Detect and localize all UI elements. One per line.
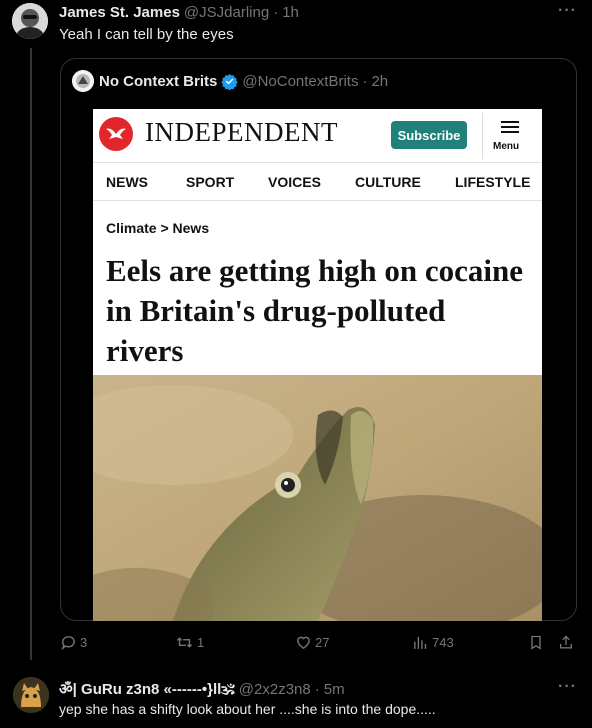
share-icon[interactable] — [558, 634, 574, 651]
nav-culture: CULTURE — [355, 174, 421, 190]
views-icon — [412, 634, 429, 651]
article-image[interactable]: INDEPENDENT Subscribe Menu NEWS SPORT VO… — [93, 109, 542, 621]
views-count: 743 — [432, 635, 454, 650]
reply-author-handle[interactable]: @2x2z3n8 — [239, 681, 311, 698]
views-action[interactable]: 743 — [412, 634, 454, 651]
nav-lifestyle: LIFESTYLE — [455, 174, 531, 190]
reply-author-avatar[interactable] — [13, 677, 49, 713]
bookmark-icon[interactable] — [528, 634, 544, 651]
like-icon — [295, 634, 312, 651]
tweet-text: Yeah I can tell by the eyes — [59, 26, 234, 43]
quoted-tweet-time: 2h — [371, 73, 389, 90]
reply-time[interactable]: 5m — [324, 681, 345, 698]
reply-action[interactable]: 3 — [60, 634, 87, 651]
author-avatar[interactable] — [12, 3, 48, 39]
menu-label: Menu — [493, 141, 520, 152]
separator-dot: · — [273, 4, 279, 21]
quoted-author-handle: @NoContextBrits — [242, 73, 359, 90]
like-action[interactable]: 27 — [295, 634, 329, 651]
reply-icon — [60, 634, 77, 651]
article-breadcrumb: Climate > News — [106, 220, 210, 236]
publisher-logo: INDEPENDENT — [145, 117, 338, 147]
subscribe-button: Subscribe — [391, 121, 467, 149]
repost-count: 1 — [197, 635, 205, 650]
verified-badge-icon — [221, 73, 238, 91]
tweet-time[interactable]: 1h — [282, 4, 299, 21]
header-divider — [482, 113, 483, 159]
eel-photo — [93, 375, 542, 621]
separator-dot: · — [362, 73, 368, 90]
nav-news: NEWS — [106, 174, 148, 190]
article-headline: Eels are getting high on cocaine in Brit… — [106, 253, 524, 368]
more-icon[interactable]: ··· — [558, 678, 577, 696]
more-icon[interactable]: ··· — [558, 2, 577, 20]
publisher-nav: NEWS SPORT VOICES CULTURE LIFESTYLE — [93, 163, 542, 201]
author-name[interactable]: James St. James — [59, 4, 180, 21]
nav-sport: SPORT — [186, 174, 235, 190]
repost-action[interactable]: 1 — [175, 634, 204, 651]
menu-button: Menu — [491, 117, 535, 157]
thread-line — [30, 48, 32, 660]
reply-author-name[interactable]: ॐ| GuRu z3n8 «------•}ll🕉 — [59, 679, 235, 699]
quoted-author-avatar — [72, 70, 94, 92]
publisher-header: INDEPENDENT Subscribe Menu — [93, 109, 542, 163]
separator-dot: · — [314, 681, 320, 698]
repost-icon — [175, 634, 194, 651]
reply-count: 3 — [80, 635, 88, 650]
eagle-logo-icon — [99, 117, 133, 151]
reply-text: yep she has a shifty look about her ....… — [59, 701, 436, 717]
quoted-author-name: No Context Brits — [99, 73, 218, 90]
nav-voices: VOICES — [268, 174, 321, 190]
author-handle[interactable]: @JSJdarling — [184, 4, 269, 21]
like-count: 27 — [315, 635, 330, 650]
